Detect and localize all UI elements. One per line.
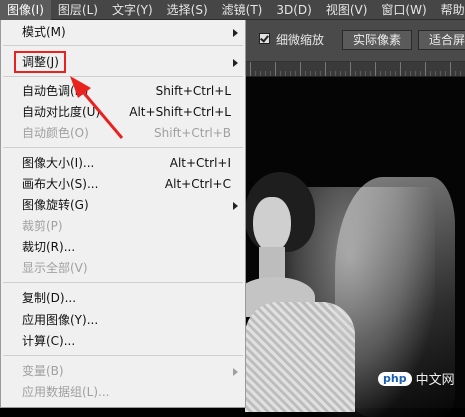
menu-separator xyxy=(3,76,243,77)
menu-item-label: 裁切(R)... xyxy=(22,240,76,254)
menu-item-apply-data-set: 应用数据组(L)... xyxy=(1,382,245,403)
menu-item-label: 显示全部(V) xyxy=(22,261,88,275)
menu-item-label: 应用图像(Y)... xyxy=(22,313,99,327)
menu-item-shortcut: Alt+Ctrl+I xyxy=(169,156,231,170)
submenu-arrow-icon xyxy=(233,202,238,210)
menu-item-calculations[interactable]: 计算(C)... xyxy=(1,331,245,352)
fit-screen-button[interactable]: 适合屏 xyxy=(418,30,465,50)
menu-item-variables: 变量(B) xyxy=(1,361,245,382)
submenu-arrow-icon xyxy=(233,59,238,67)
menu-item-label: 计算(C)... xyxy=(22,334,76,348)
menu-type[interactable]: 文字(Y) xyxy=(105,0,160,20)
menu-help[interactable]: 帮助 xyxy=(434,0,465,20)
menu-item-label: 自动颜色(O) xyxy=(22,126,89,140)
face-shape xyxy=(253,197,291,252)
menu-item-auto-color: 自动颜色(O) Shift+Ctrl+B xyxy=(1,123,245,144)
menu-3d[interactable]: 3D(D) xyxy=(269,0,318,20)
menu-item-apply-image[interactable]: 应用图像(Y)... xyxy=(1,310,245,331)
menu-item-label: 自动对比度(U) xyxy=(22,105,101,119)
menu-item-auto-tone[interactable]: 自动色调(N) Shift+Ctrl+L xyxy=(1,81,245,102)
menu-separator xyxy=(3,45,243,46)
menu-separator xyxy=(3,147,243,148)
highlight-box xyxy=(14,51,66,73)
watermark: php 中文网 xyxy=(378,369,455,388)
menu-item-label: 模式(M) xyxy=(22,25,66,39)
menu-item-label: 自动色调(N) xyxy=(22,84,89,98)
menu-item-crop: 裁剪(P) xyxy=(1,216,245,237)
actual-pixels-button[interactable]: 实际像素 xyxy=(342,30,413,50)
menu-item-trim[interactable]: 裁切(R)... xyxy=(1,237,245,258)
menu-item-shortcut: Shift+Ctrl+B xyxy=(154,126,231,140)
menu-item-label: 应用数据组(L)... xyxy=(22,385,110,399)
menu-item-label: 复制(D)... xyxy=(22,291,77,305)
menu-item-label: 画布大小(S)... xyxy=(22,177,99,191)
php-logo: php xyxy=(378,371,412,386)
menu-item-shortcut: Shift+Ctrl+L xyxy=(155,84,231,98)
menu-item-label: 变量(B) xyxy=(22,364,64,378)
watermark-text: 中文网 xyxy=(415,373,455,388)
menu-item-auto-contrast[interactable]: 自动对比度(U) Alt+Shift+Ctrl+L xyxy=(1,102,245,123)
submenu-arrow-icon xyxy=(233,368,238,376)
menu-item-image-size[interactable]: 图像大小(I)... Alt+Ctrl+I xyxy=(1,153,245,174)
menu-view[interactable]: 视图(V) xyxy=(319,0,375,20)
image-menu-dropdown: 模式(M) 调整(J) 自动色调(N) Shift+Ctrl+L 自动对比度(U… xyxy=(0,20,246,408)
menu-layer[interactable]: 图层(L) xyxy=(51,0,105,20)
menu-item-label: 裁剪(P) xyxy=(22,219,63,233)
menu-item-label: 图像旋转(G) xyxy=(22,198,89,212)
menu-filter[interactable]: 滤镜(T) xyxy=(215,0,270,20)
menu-item-reveal-all: 显示全部(V) xyxy=(1,258,245,279)
scrubby-zoom-label: 细微缩放 xyxy=(276,33,325,47)
menu-item-duplicate[interactable]: 复制(D)... xyxy=(1,288,245,309)
menu-bar: 图像(I) 图层(L) 文字(Y) 选择(S) 滤镜(T) 3D(D) 视图(V… xyxy=(0,0,465,20)
menu-item-mode[interactable]: 模式(M) xyxy=(1,22,245,43)
menu-separator xyxy=(3,282,243,283)
menu-item-shortcut: Alt+Shift+Ctrl+L xyxy=(129,105,231,119)
menu-item-shortcut: Alt+Ctrl+C xyxy=(164,177,231,191)
document-canvas[interactable] xyxy=(235,77,465,417)
menu-item-canvas-size[interactable]: 画布大小(S)... Alt+Ctrl+C xyxy=(1,174,245,195)
menu-separator xyxy=(3,355,243,356)
menu-select[interactable]: 选择(S) xyxy=(160,0,215,20)
menu-item-image-rotation[interactable]: 图像旋转(G) xyxy=(1,195,245,216)
scrubby-zoom-checkbox[interactable] xyxy=(259,33,270,44)
menu-image[interactable]: 图像(I) xyxy=(0,0,51,20)
submenu-arrow-icon xyxy=(233,29,238,37)
menu-window[interactable]: 窗口(W) xyxy=(374,0,433,20)
menu-item-label: 图像大小(I)... xyxy=(22,156,95,170)
